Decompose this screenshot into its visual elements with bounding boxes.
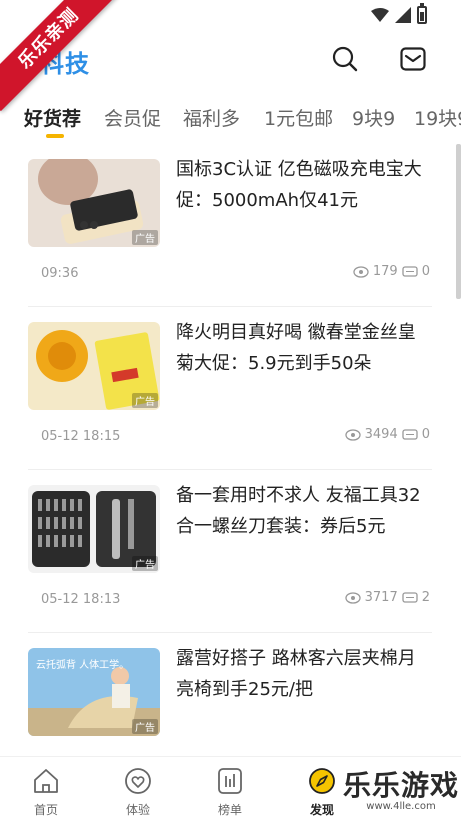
watermark-title: 乐乐游戏 xyxy=(342,769,459,802)
list-item[interactable]: 广告 降火明目真好喝 徽春堂金丝皇菊大促：5.9元到手50朵 05-12 18:… xyxy=(28,307,432,470)
publish-time: 09:36 xyxy=(41,266,79,281)
site-watermark: 乐乐游戏 www.4lle.com xyxy=(343,771,459,813)
article-feed[interactable]: 广告 国标3C认证 亿色磁吸充电宝大促：5000mAh仅41元 09:36 17… xyxy=(0,144,461,756)
comment-icon xyxy=(402,428,418,440)
view-count: 3717 xyxy=(364,590,398,605)
heart-badge-icon xyxy=(125,768,151,794)
eye-icon xyxy=(353,265,369,278)
active-tab-indicator xyxy=(46,134,64,138)
status-icons xyxy=(371,3,427,24)
list-item[interactable]: 广告 备一套用时不求人 友福工具32合一螺丝刀套装：券后5元 05-12 18:… xyxy=(28,470,432,633)
list-item[interactable]: 云托弧背 人体工学。 广告 露营好搭子 路林客六层夹棉月亮椅到手25元/把 xyxy=(28,633,432,756)
eye-icon xyxy=(344,591,361,604)
thumbnail-caption: 云托弧背 人体工学。 xyxy=(36,658,129,671)
watermark-url: www.4lle.com xyxy=(366,801,436,812)
nav-rankings[interactable]: 榜单 xyxy=(200,767,260,818)
chart-list-icon xyxy=(218,768,242,794)
tab-9kuai9[interactable]: 9块9 xyxy=(352,104,395,131)
search-button[interactable] xyxy=(332,46,358,72)
view-count: 179 xyxy=(372,264,398,279)
thumbnail-moon-chair: 云托弧背 人体工学。 广告 xyxy=(28,648,160,736)
ad-label: 广告 xyxy=(132,393,158,408)
comment-count: 0 xyxy=(421,427,430,442)
ad-label: 广告 xyxy=(132,230,158,245)
wifi-icon xyxy=(371,8,389,22)
article-stats: 179 0 xyxy=(353,264,430,279)
nav-experience[interactable]: 体验 xyxy=(108,767,168,818)
comment-icon xyxy=(402,591,418,603)
publish-time: 05-12 18:13 xyxy=(41,592,121,607)
comment-count: 0 xyxy=(421,264,430,279)
article-stats: 3494 0 xyxy=(344,427,430,442)
ad-label: 广告 xyxy=(132,719,158,734)
battery-icon xyxy=(417,3,427,24)
thumbnail-chrysanthemum-tea: 广告 xyxy=(28,322,160,410)
bottom-navigation: 首页 体验 榜单 发现 乐乐游戏 www.4lle.com xyxy=(0,756,461,819)
eye-icon xyxy=(344,428,361,441)
comment-count: 2 xyxy=(421,590,430,605)
nav-rankings-label: 榜单 xyxy=(217,803,242,817)
tab-1yuan-baoyou[interactable]: 1元包邮 xyxy=(264,104,333,131)
corner-ribbon: 乐乐亲测 xyxy=(0,0,120,120)
tab-19kuai9[interactable]: 19块9 xyxy=(414,104,461,131)
article-title[interactable]: 备一套用时不求人 友福工具32合一螺丝刀套装：券后5元 xyxy=(176,480,426,542)
thumbnail-power-bank: 广告 xyxy=(28,159,160,247)
thumbnail-screwdriver-set: 广告 xyxy=(28,485,160,573)
signal-icon xyxy=(395,7,411,23)
nav-home-label: 首页 xyxy=(33,803,58,817)
view-count: 3494 xyxy=(364,427,398,442)
scrollbar[interactable] xyxy=(456,144,461,299)
publish-time: 05-12 18:15 xyxy=(41,429,121,444)
mail-icon xyxy=(400,47,426,71)
article-stats: 3717 2 xyxy=(344,590,430,605)
article-title[interactable]: 露营好搭子 路林客六层夹棉月亮椅到手25元/把 xyxy=(176,643,426,705)
list-item[interactable]: 广告 国标3C认证 亿色磁吸充电宝大促：5000mAh仅41元 09:36 17… xyxy=(28,144,432,307)
search-icon xyxy=(332,46,358,72)
ad-label: 广告 xyxy=(132,556,158,571)
article-title[interactable]: 国标3C认证 亿色磁吸充电宝大促：5000mAh仅41元 xyxy=(176,154,426,216)
message-button[interactable] xyxy=(400,46,426,72)
tab-fuliduo[interactable]: 福利多 xyxy=(183,104,240,131)
article-title[interactable]: 降火明目真好喝 徽春堂金丝皇菊大促：5.9元到手50朵 xyxy=(176,317,426,379)
home-icon xyxy=(34,769,58,793)
nav-home[interactable]: 首页 xyxy=(16,767,76,818)
nav-experience-label: 体验 xyxy=(125,803,150,817)
ribbon-label: 乐乐亲测 xyxy=(0,0,120,112)
comment-icon xyxy=(402,265,418,277)
compass-icon xyxy=(309,768,335,794)
